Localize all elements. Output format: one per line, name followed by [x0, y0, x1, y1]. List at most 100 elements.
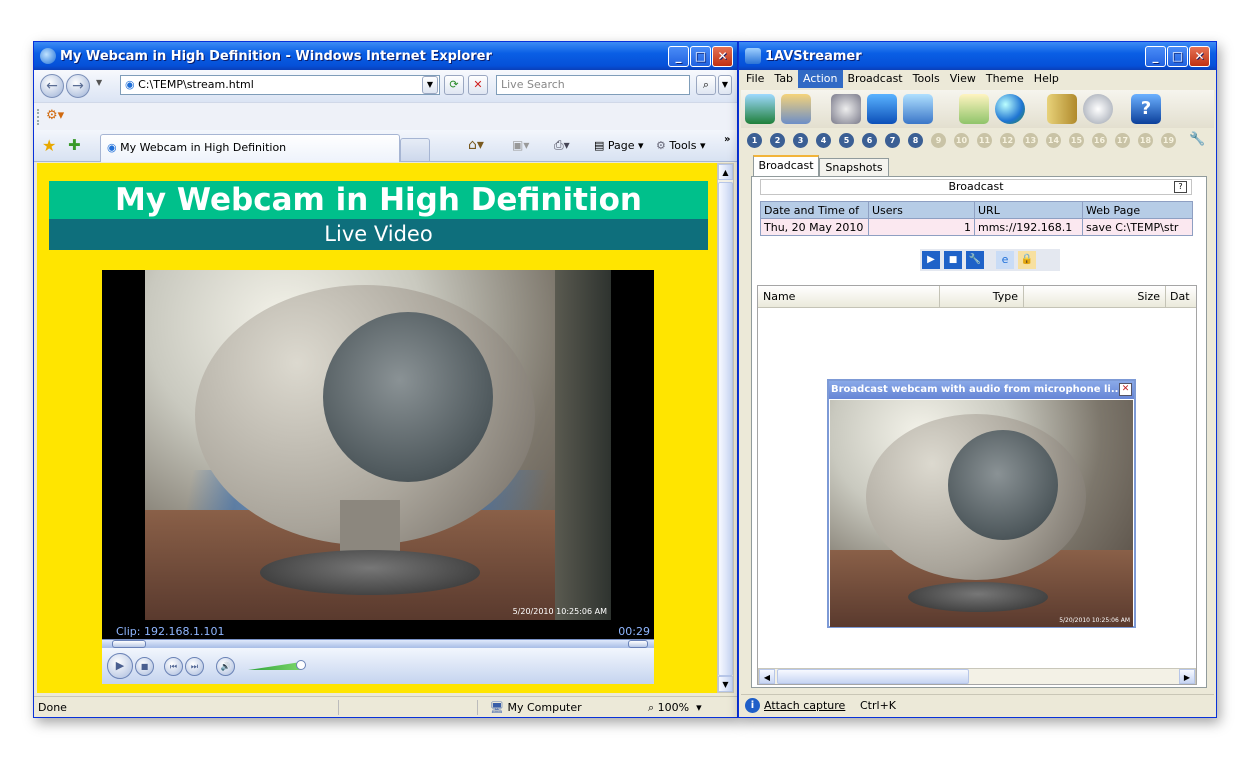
settings-gears-icon[interactable]: [1083, 94, 1113, 124]
globe-icon[interactable]: [995, 94, 1025, 124]
back-button[interactable]: ←: [40, 74, 64, 98]
volume-thumb[interactable]: [296, 660, 306, 670]
channel-17-button[interactable]: 17: [1115, 133, 1130, 148]
media-file-icon[interactable]: [781, 94, 811, 124]
channel-6-button[interactable]: 6: [862, 133, 877, 148]
user-screen-icon[interactable]: [903, 94, 933, 124]
preview-window[interactable]: Broadcast webcam with audio from microph…: [827, 379, 1136, 628]
book-icon[interactable]: [1047, 94, 1077, 124]
menu-theme[interactable]: Theme: [981, 70, 1029, 88]
stop-playback-button[interactable]: ■: [135, 657, 154, 676]
scroll-right-icon[interactable]: ▶: [1179, 669, 1195, 684]
tab-webcam[interactable]: ◉ My Webcam in High Definition: [100, 134, 400, 162]
home-icon[interactable]: ⌂▾: [468, 137, 484, 153]
scroll-thumb[interactable]: [718, 182, 733, 676]
lock-button[interactable]: 🔒: [1018, 251, 1036, 269]
col-url[interactable]: URL: [974, 201, 1083, 219]
streamer-maximize-button[interactable]: □: [1167, 46, 1188, 67]
menu-action[interactable]: Action: [798, 70, 843, 88]
feeds-icon[interactable]: ▣▾: [512, 138, 529, 152]
menu-view[interactable]: View: [945, 70, 981, 88]
capture-device-icon[interactable]: [745, 94, 775, 124]
preview-title-bar[interactable]: Broadcast webcam with audio from microph…: [829, 381, 1134, 399]
col-webpage[interactable]: Web Page: [1082, 201, 1193, 219]
windows-icon[interactable]: [867, 94, 897, 124]
channel-3-button[interactable]: 3: [793, 133, 808, 148]
zoom-control[interactable]: ⌕ 100% ▾: [648, 701, 702, 715]
search-button[interactable]: ⌕: [696, 75, 716, 95]
configure-broadcast-button[interactable]: 🔧: [966, 251, 984, 269]
streamer-minimize-button[interactable]: _: [1145, 46, 1166, 67]
panel-help-button[interactable]: ?: [1174, 181, 1187, 193]
channel-16-button[interactable]: 16: [1092, 133, 1107, 148]
tab-broadcast[interactable]: Broadcast: [753, 155, 819, 177]
open-browser-button[interactable]: e: [996, 251, 1014, 269]
maximize-button[interactable]: □: [690, 46, 711, 67]
chevron-more-icon[interactable]: »: [724, 134, 730, 145]
channel-15-button[interactable]: 15: [1069, 133, 1084, 148]
media-player[interactable]: 5/20/2010 10:25:06 AM Clip: 192.168.1.10…: [102, 270, 654, 684]
stop-broadcast-button[interactable]: ■: [944, 251, 962, 269]
list-col-type[interactable]: Type: [940, 286, 1024, 308]
previous-button[interactable]: ⏮: [164, 657, 183, 676]
table-row[interactable]: Thu, 20 May 2010 1 mms://192.168.1 save …: [760, 218, 1193, 236]
zone-indicator[interactable]: 🖥 My Computer: [490, 701, 582, 714]
menu-tools[interactable]: Tools: [908, 70, 945, 88]
channel-10-button[interactable]: 10: [954, 133, 969, 148]
address-dropdown-button[interactable]: ▼: [422, 76, 438, 94]
channel-8-button[interactable]: 8: [908, 133, 923, 148]
channel-4-button[interactable]: 4: [816, 133, 831, 148]
print-icon[interactable]: ⎙▾: [554, 138, 570, 153]
channel-14-button[interactable]: 14: [1046, 133, 1061, 148]
streamer-title-bar[interactable]: 1AVStreamer _ □ ✕: [739, 42, 1216, 70]
streamer-close-button[interactable]: ✕: [1189, 46, 1210, 67]
tab-snapshots[interactable]: Snapshots: [819, 158, 889, 177]
seek-bar[interactable]: [102, 639, 654, 648]
address-bar[interactable]: ◉ C:\TEMP\stream.html: [120, 75, 440, 95]
channel-7-button[interactable]: 7: [885, 133, 900, 148]
tools-menu[interactable]: ⚙ Tools ▾: [656, 139, 706, 152]
forward-button[interactable]: →: [66, 74, 90, 98]
minimize-button[interactable]: _: [668, 46, 689, 67]
email-icon[interactable]: [959, 94, 989, 124]
menu-help[interactable]: Help: [1029, 70, 1064, 88]
list-col-date[interactable]: Dat: [1166, 286, 1196, 308]
menu-file[interactable]: File: [741, 70, 769, 88]
page-menu[interactable]: ▤ Page ▾: [594, 139, 644, 152]
next-button[interactable]: ⏭: [185, 657, 204, 676]
add-favorites-icon[interactable]: ✚: [68, 136, 81, 154]
start-broadcast-button[interactable]: ▶: [922, 251, 940, 269]
ie-vertical-scrollbar[interactable]: ▲ ▼: [717, 163, 734, 693]
channel-18-button[interactable]: 18: [1138, 133, 1153, 148]
channel-2-button[interactable]: 2: [770, 133, 785, 148]
seek-end-thumb[interactable]: [628, 640, 648, 648]
history-dropdown-icon[interactable]: ▼: [96, 78, 102, 87]
new-tab-button[interactable]: [400, 138, 430, 162]
col-users[interactable]: Users: [868, 201, 975, 219]
channel-1-button[interactable]: 1: [747, 133, 762, 148]
scroll-left-icon[interactable]: ◀: [759, 669, 775, 684]
webcam-icon[interactable]: [831, 94, 861, 124]
channel-11-button[interactable]: 11: [977, 133, 992, 148]
refresh-button[interactable]: ⟳: [444, 75, 464, 95]
search-options-button[interactable]: ▼: [718, 75, 732, 95]
menu-broadcast[interactable]: Broadcast: [843, 70, 908, 88]
file-list-horizontal-scrollbar[interactable]: ◀ ▶: [758, 668, 1196, 684]
search-input[interactable]: Live Search: [496, 75, 690, 95]
channel-5-button[interactable]: 5: [839, 133, 854, 148]
add-on-icon[interactable]: ⚙▾: [46, 108, 68, 126]
preview-close-button[interactable]: ✕: [1119, 383, 1132, 396]
channel-19-button[interactable]: 19: [1161, 133, 1176, 148]
scroll-down-icon[interactable]: ▼: [718, 676, 733, 692]
mute-button[interactable]: 🔊: [216, 657, 235, 676]
channel-9-button[interactable]: 9: [931, 133, 946, 148]
stop-button[interactable]: ✕: [468, 75, 488, 95]
list-col-name[interactable]: Name: [758, 286, 940, 308]
channel-13-button[interactable]: 13: [1023, 133, 1038, 148]
ie-title-bar[interactable]: My Webcam in High Definition - Windows I…: [34, 42, 737, 70]
close-button[interactable]: ✕: [712, 46, 733, 67]
play-button[interactable]: ▶: [107, 653, 133, 679]
col-datetime[interactable]: Date and Time of: [760, 201, 869, 219]
menu-tab[interactable]: Tab: [769, 70, 798, 88]
list-col-size[interactable]: Size: [1024, 286, 1166, 308]
